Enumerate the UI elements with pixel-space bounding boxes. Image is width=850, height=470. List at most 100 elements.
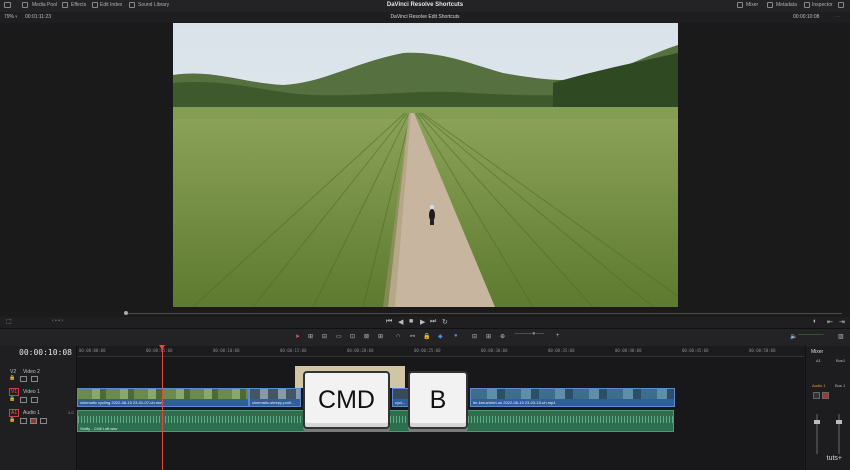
loop-icon[interactable]: ↻ [442, 318, 448, 326]
inspector-icon[interactable] [804, 2, 810, 8]
ruler-tick: 00:00:45:00 [682, 348, 709, 353]
track-visibility-icon[interactable] [31, 397, 38, 403]
snapping-icon[interactable]: ∩ [396, 333, 400, 339]
track-enable-icon[interactable] [20, 397, 27, 403]
zoom-in-icon[interactable]: + [556, 333, 560, 339]
playhead-handle[interactable] [159, 345, 165, 350]
track-a1-id[interactable]: A1 [9, 409, 20, 417]
clip-label: cinematic-steepy-profi... [252, 400, 295, 405]
audio-clip-label: Stuffy - Chill Loft.wav [80, 426, 118, 431]
mixer-fader-bus1[interactable] [836, 420, 842, 424]
mixer-bus1b-label: Bus 1 [835, 383, 846, 388]
overwrite-clip-icon[interactable]: ⊠ [364, 333, 369, 340]
stop-icon[interactable]: ■ [409, 318, 413, 325]
next-edit-icon[interactable]: ⇥ [839, 318, 845, 326]
track-v1-name: Video 1 [23, 389, 40, 395]
mixer-audio1-label: Audio 1 [812, 383, 826, 388]
track-visibility-icon[interactable] [31, 376, 38, 382]
key-cmd: CMD [303, 371, 390, 429]
timeline-timecode[interactable]: 00:00:10:08 [19, 348, 72, 357]
dynamic-trim-icon[interactable]: ⊟ [322, 333, 327, 340]
lock-icon[interactable]: 🔒 [9, 396, 15, 402]
solo-icon[interactable] [20, 418, 27, 424]
linked-selection-icon[interactable]: ⚯ [410, 333, 415, 340]
mixer-a1-label: A1 [816, 358, 821, 363]
speaker-icon[interactable]: 🔈 [790, 333, 797, 340]
ruler-tick: 00:00:40:00 [615, 348, 642, 353]
insert-clip-icon[interactable]: ⊡ [350, 333, 355, 340]
metadata-button[interactable]: Metadata [776, 2, 797, 8]
play-icon[interactable]: ▶ [420, 318, 425, 326]
mixer-icon[interactable] [737, 2, 743, 8]
page-dots-icon: ‹ • • › [52, 318, 63, 324]
zoom-full-icon[interactable]: ⊟ [472, 333, 477, 340]
skip-end-icon[interactable]: ⏭ [430, 318, 436, 326]
metadata-icon[interactable] [767, 2, 773, 8]
key-b-label: B [429, 385, 447, 414]
clip-label: cinematic cycling 2022-08-19 23-01-07-uh… [80, 400, 164, 405]
step-back-icon[interactable]: ◀ [398, 318, 403, 326]
track-headers: V2 Video 2 🔒 V1 Video 1 🔒 A1 Audio 1 2.0… [0, 346, 77, 470]
clip-label: ler-kreuzfahrt-uk 2022-08-19 23-03-15-uh… [473, 400, 556, 405]
video-frame [173, 23, 678, 307]
zoom-slider[interactable]: ────●── [515, 331, 544, 337]
ruler-tick: 00:00:10:00 [213, 348, 240, 353]
mixer-button[interactable]: Mixer [746, 2, 758, 8]
track-v1-id[interactable]: V1 [9, 388, 20, 396]
audio-meter-icon[interactable]: ▥ [838, 333, 844, 340]
selection-tool-icon[interactable]: ➤ [295, 333, 300, 340]
clip-thumbnails [250, 389, 300, 399]
ruler-tick: 00:00:25:00 [414, 348, 441, 353]
prev-edit-icon[interactable]: ⇤ [827, 318, 833, 326]
track-a1-level: 2.0 [68, 410, 74, 415]
viewer-scrubber[interactable] [0, 310, 850, 317]
scrub-track[interactable] [126, 313, 842, 314]
viewer-options-icon[interactable]: ⬚ [6, 318, 12, 325]
clip-thumbnails [471, 389, 674, 399]
match-frame-icon[interactable]: ◐ [813, 318, 817, 325]
ruler-tick: 00:00:35:00 [548, 348, 575, 353]
timeline-name[interactable]: DaVinci Resolve Edit Shortcuts [0, 14, 850, 20]
timeline-ruler[interactable]: 00:00:00:00 00:00:05:00 00:00:10:00 00:0… [77, 346, 804, 357]
trim-tool-icon[interactable]: ⊞ [308, 333, 313, 340]
position-lock-icon[interactable]: 🔒 [423, 333, 430, 340]
record-timecode: 00:00:10:08 [793, 14, 820, 20]
clip-label: cycl... [395, 400, 406, 405]
edit-toolbar: ➤ ⊞ ⊟ ▭ ⊡ ⊠ ⊞ ∩ ⚯ 🔒 ◆ ● ⊟ ⊞ ⊕ ────●── + … [0, 328, 850, 347]
flag-icon[interactable]: ◆ [438, 333, 443, 340]
track-enable-icon[interactable] [20, 376, 27, 382]
landscape-image [173, 23, 678, 307]
video-clip[interactable]: cinematic cycling 2022-08-19 23-01-07-uh… [77, 388, 249, 407]
lock-icon[interactable]: 🔒 [9, 375, 15, 381]
video-clip[interactable]: cinematic-steepy-profi... [249, 388, 301, 407]
key-cmd-label: CMD [318, 385, 375, 414]
zoom-detail-icon[interactable]: ⊞ [486, 333, 491, 340]
marker-icon[interactable]: ● [454, 333, 458, 339]
record-arm-icon[interactable] [40, 418, 47, 424]
expand-icon[interactable] [838, 2, 844, 8]
playhead[interactable] [162, 346, 163, 470]
volume-slider[interactable]: ────── [798, 332, 824, 338]
scrub-handle[interactable] [124, 311, 128, 315]
lock-icon[interactable]: 🔒 [9, 417, 15, 423]
mixer-panel: Mixer A1 Bus1 Audio 1 Bus 1 [805, 346, 850, 470]
app-title: DaVinci Resolve Shortcuts [386, 2, 464, 8]
inspector-button[interactable]: Inspector [812, 2, 833, 8]
mixer-solo-button[interactable] [813, 392, 820, 399]
mixer-fader-a1[interactable] [814, 420, 820, 424]
zoom-custom-icon[interactable]: ⊕ [500, 333, 505, 340]
options-icon[interactable]: ⋯ [835, 14, 840, 20]
transport-bar: ⬚ ‹ • • › ⏮ ◀ ■ ▶ ⏭ ↻ ◐ ⇤ ⇥ [0, 317, 850, 328]
video-clip[interactable]: ler-kreuzfahrt-uk 2022-08-19 23-03-15-uh… [470, 388, 675, 407]
skip-start-icon[interactable]: ⏮ [386, 318, 392, 326]
track-a1-name: Audio 1 [23, 410, 40, 416]
blade-tool-icon[interactable]: ▭ [336, 333, 342, 340]
clip-thumbnails [78, 389, 248, 399]
ruler-tick: 00:00:00:00 [79, 348, 106, 353]
mixer-mute-button[interactable] [822, 392, 829, 399]
clip-thumbnails [393, 389, 409, 399]
ruler-tick: 00:00:15:00 [280, 348, 307, 353]
ruler-tick: 00:00:50:00 [749, 348, 776, 353]
replace-clip-icon[interactable]: ⊞ [378, 333, 383, 340]
mute-icon[interactable] [30, 418, 37, 424]
